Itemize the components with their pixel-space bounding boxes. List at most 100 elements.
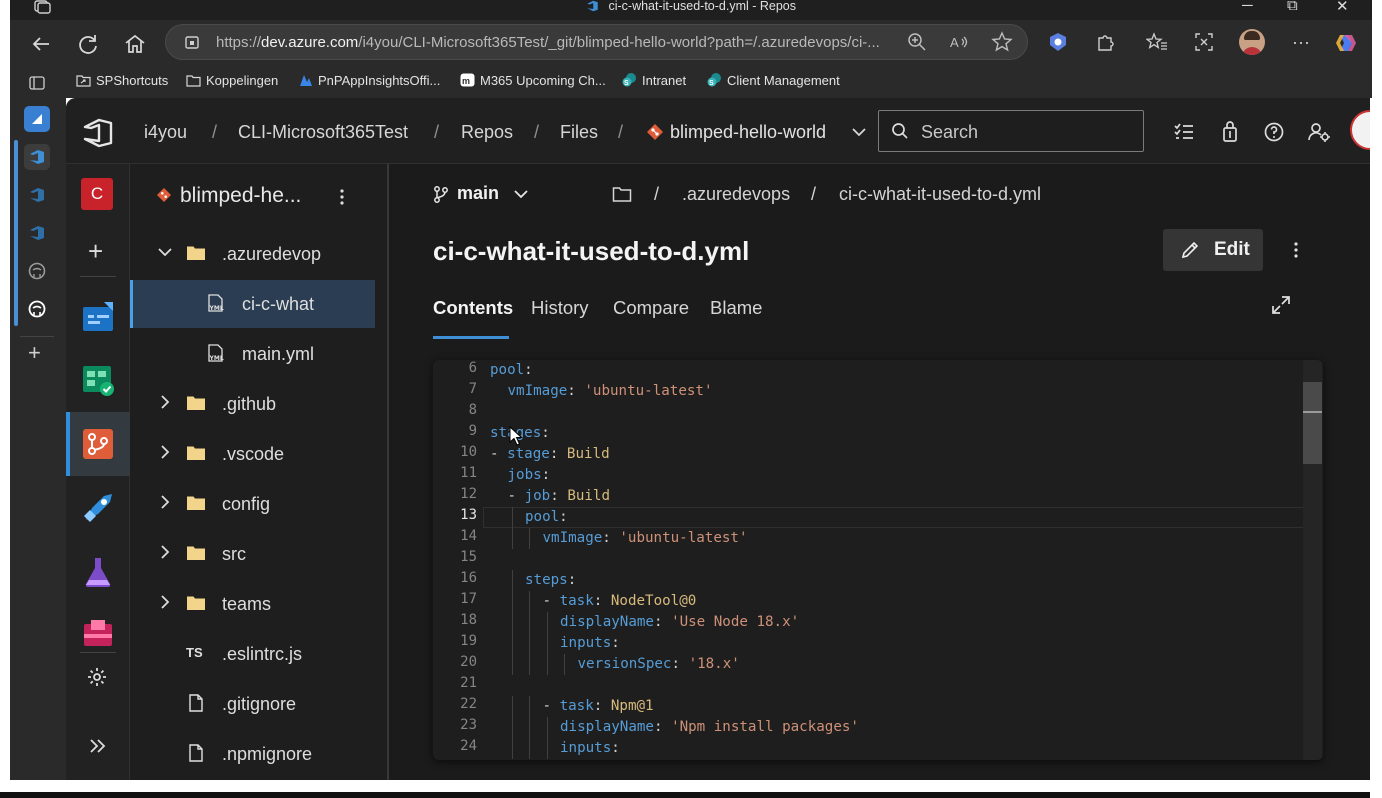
line-number: 11 [460,465,477,481]
marketplace-bag-icon[interactable] [1218,120,1242,144]
breadcrumb-repos[interactable]: Repos [461,122,513,143]
tree-file-row[interactable]: YML ci-c-what [130,280,375,328]
tree-file-row[interactable]: .npmignore [130,730,375,778]
scrollbar-thumb[interactable] [1303,382,1322,464]
svg-text:S: S [709,80,714,87]
breadcrumb-project[interactable]: CLI-Microsoft365Test [238,122,408,143]
lock-icon[interactable] [184,34,200,50]
breadcrumb-org[interactable]: i4you [144,122,187,143]
folder-icon [186,494,206,512]
work-items-list-icon[interactable] [1172,120,1196,144]
artifacts-icon[interactable] [80,616,116,652]
vertical-tab-4[interactable] [24,220,50,246]
extension-shield-icon[interactable] [1047,31,1069,53]
tree-file-row[interactable]: YML main.yml [130,330,375,378]
home-icon[interactable] [122,31,148,57]
search-box[interactable]: Search [878,110,1144,152]
edit-button[interactable]: Edit [1163,229,1263,271]
copilot-icon[interactable] [1334,31,1358,55]
chevron-right-icon[interactable] [158,443,172,461]
vertical-tab-6[interactable] [24,296,50,322]
chevron-right-icon[interactable] [158,393,172,411]
tree-folder-row[interactable]: .github [130,380,375,428]
user-settings-icon[interactable] [1307,120,1331,144]
tree-folder-row[interactable]: src [130,530,375,578]
azure-devops-icon [30,226,44,240]
chevron-right-icon[interactable] [158,593,172,611]
screenshot-icon[interactable] [1193,31,1215,53]
minimize-button[interactable]: ─ [1242,0,1253,14]
tree-file-row[interactable]: .gitignore [130,680,375,728]
line-number: 14 [460,528,477,544]
more-actions-icon[interactable] [1292,241,1300,259]
code-editor[interactable]: 6 7 8 9 10 11 12 13 14 15 16 17 18 19 20 21 22 23 24 pool:… [433,360,1323,760]
close-window-button[interactable]: ✕ [1336,0,1349,15]
favorite-pnpappinsights[interactable]: PnPAppInsightsOffi... [298,72,440,92]
project-avatar[interactable]: C [81,178,113,210]
branch-name: main [457,183,500,203]
window-title: ci-c-what-it-used-to-d.yml - Repos [10,0,1372,14]
new-tab-plus-icon[interactable]: + [28,340,41,366]
tab-history[interactable]: History [531,297,589,319]
restore-button[interactable]: ⧉ [1287,0,1298,14]
favorite-m365-upcoming[interactable]: m M365 Upcoming Ch... [460,72,606,92]
chevron-right-icon[interactable] [158,543,172,561]
tree-folder-row[interactable]: config [130,480,375,528]
help-icon[interactable] [1262,120,1286,144]
new-item-plus-icon[interactable]: + [88,236,103,267]
favorite-intranet[interactable]: S Intranet [622,72,686,92]
tree-file-row[interactable]: TS .eslintrc.js [130,630,375,678]
code-line: inputs: [560,740,620,756]
chevron-down-icon[interactable] [158,243,172,261]
favorite-koppelingen[interactable]: Koppelingen [186,72,278,92]
tab-actions-icon[interactable] [28,74,46,92]
more-actions-icon[interactable] [338,188,346,206]
line-number-gutter: 6 7 8 9 10 11 12 13 14 15 16 17 18 19 20 21 22 23 24 [433,360,483,760]
test-plans-icon[interactable] [80,554,116,590]
fullscreen-expand-icon[interactable] [1271,295,1291,315]
repos-icon[interactable] [80,426,116,462]
line-number: 24 [460,738,477,754]
address-bar[interactable]: https://dev.azure.com/i4you/CLI-Microsof… [165,24,1028,60]
file-tree-panel: blimped-he... .azuredevop YML ci-c-what YML… [130,164,389,780]
read-aloud-icon[interactable]: A [949,31,971,53]
breadcrumb-files[interactable]: Files [560,122,598,143]
tab-contents[interactable]: Contents [433,297,513,319]
tab-blame[interactable]: Blame [710,297,762,319]
extensions-puzzle-icon[interactable] [1095,31,1117,53]
folder-icon [186,394,206,412]
tree-folder-row[interactable]: teams [130,580,375,628]
vertical-tab-1[interactable] [24,106,50,132]
back-icon[interactable] [28,31,54,57]
favorite-client-management[interactable]: S Client Management [707,72,840,92]
tree-folder-row[interactable]: .azuredevop [130,230,375,278]
folder-outline-icon[interactable] [612,185,632,203]
tab-compare[interactable]: Compare [613,297,689,319]
vertical-tab-5[interactable] [24,258,50,284]
typescript-file-icon: TS [186,645,203,660]
branch-selector[interactable]: main [433,182,533,206]
vertical-tab-3[interactable] [24,182,50,208]
overview-icon[interactable] [80,299,116,335]
user-avatar[interactable] [1350,110,1370,150]
path-segment-folder[interactable]: .azuredevops [682,184,790,205]
expand-rail-icon[interactable] [88,736,108,756]
boards-icon[interactable] [80,362,116,398]
tree-folder-row[interactable]: .vscode [130,430,375,478]
vertical-tab-2[interactable] [24,144,50,170]
path-segment-file[interactable]: ci-c-what-it-used-to-d.yml [839,184,1041,205]
yml-file-icon: YML [206,294,226,312]
azure-devops-logo-icon[interactable] [82,117,114,149]
chevron-right-icon[interactable] [158,493,172,511]
profile-avatar[interactable] [1239,29,1265,55]
favorite-spshortcuts[interactable]: SPShortcuts [76,72,168,92]
search-placeholder: Search [921,122,979,142]
zoom-icon[interactable] [906,31,928,53]
code-line: - task: NodeTool@0 [542,593,697,609]
more-menu-icon[interactable]: ··· [1292,32,1310,53]
pipelines-icon[interactable] [80,490,116,526]
favorite-star-icon[interactable] [991,31,1013,53]
project-settings-gear-icon[interactable] [86,666,108,688]
favorites-icon[interactable] [1146,31,1168,53]
refresh-icon[interactable] [75,31,101,57]
